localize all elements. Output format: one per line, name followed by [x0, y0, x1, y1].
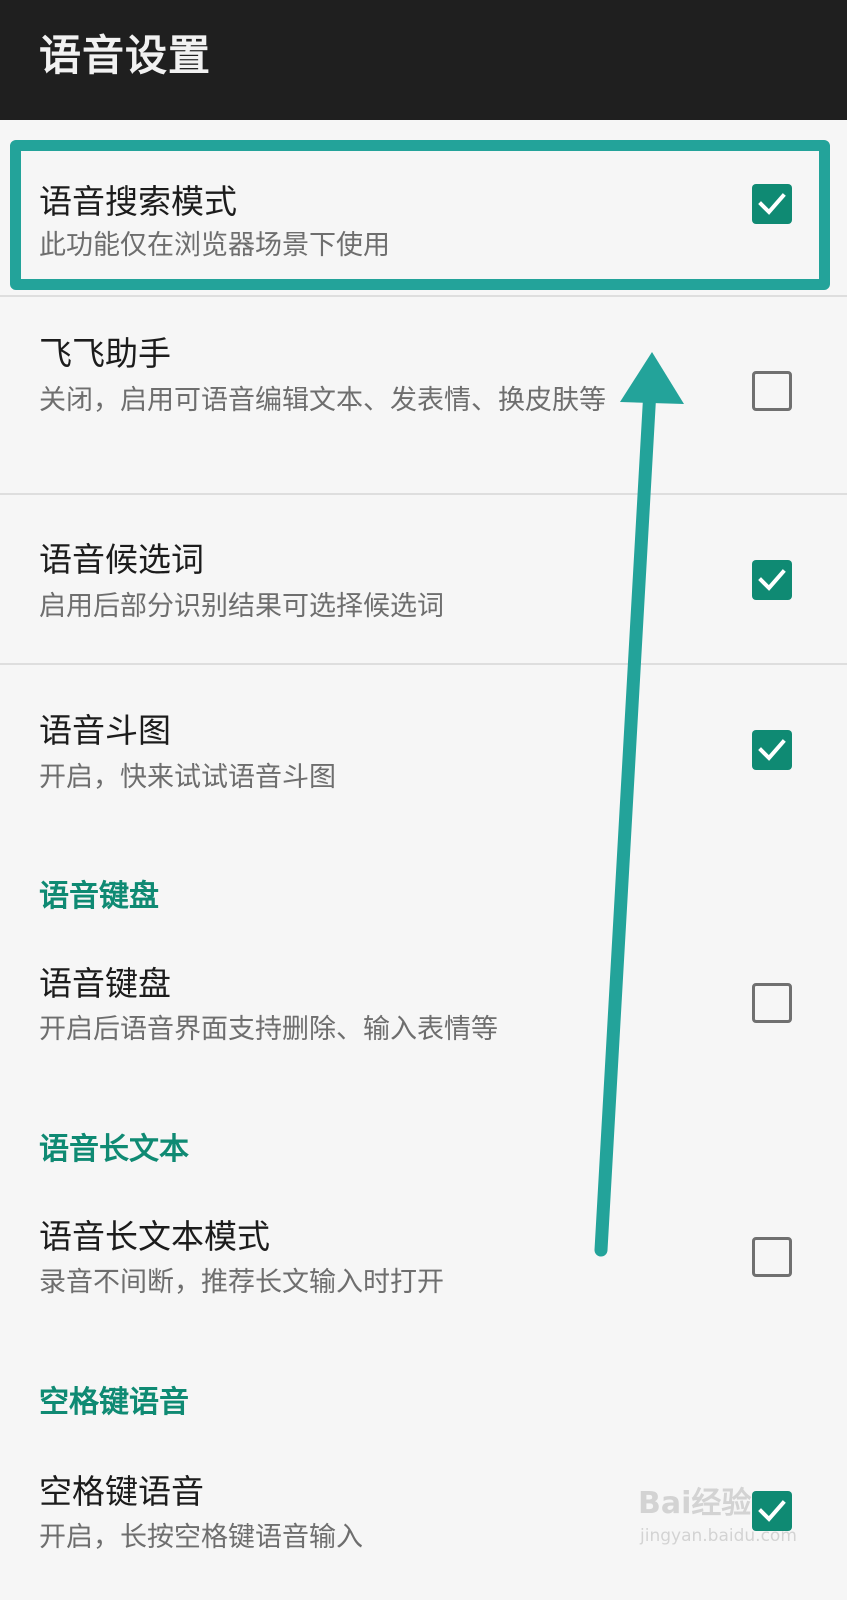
setting-subtitle: 开启，快来试试语音斗图 [39, 762, 336, 793]
setting-feifei-assistant[interactable]: 飞飞助手 关闭，启用可语音编辑文本、发表情、换皮肤等 [0, 297, 847, 493]
voice-meme-checkbox[interactable] [752, 730, 792, 770]
setting-subtitle: 关闭，启用可语音编辑文本、发表情、换皮肤等 [39, 385, 606, 416]
setting-voice-candidates[interactable]: 语音候选词 启用后部分识别结果可选择候选词 [0, 495, 847, 663]
check-icon [758, 739, 786, 761]
setting-title: 语音斗图 [39, 711, 171, 750]
annotation-highlight-box [10, 140, 830, 290]
setting-title: 空格键语音 [39, 1472, 204, 1511]
settings-screen: 语音设置 语音搜索模式 此功能仅在浏览器场景下使用 飞飞助手 关闭，启用可语音编… [0, 0, 847, 1600]
app-bar: 语音设置 [0, 0, 847, 120]
space-key-voice-checkbox[interactable] [752, 1491, 792, 1531]
check-icon [758, 1500, 786, 1522]
setting-title: 飞飞助手 [39, 334, 171, 373]
setting-subtitle: 开启，长按空格键语音输入 [39, 1522, 363, 1553]
feifei-assistant-checkbox[interactable] [752, 371, 792, 411]
setting-subtitle: 开启后语音界面支持删除、输入表情等 [39, 1014, 498, 1045]
setting-voice-keyboard[interactable]: 语音键盘 开启后语音界面支持删除、输入表情等 [0, 940, 847, 1090]
voice-keyboard-checkbox[interactable] [752, 983, 792, 1023]
check-icon [758, 569, 786, 591]
setting-voice-meme[interactable]: 语音斗图 开启，快来试试语音斗图 [0, 665, 847, 840]
setting-subtitle: 启用后部分识别结果可选择候选词 [39, 591, 444, 622]
section-header-voice-long-text: 语音长文本 [39, 1132, 189, 1167]
section-header-space-voice: 空格键语音 [39, 1385, 189, 1420]
setting-space-key-voice[interactable]: 空格键语音 开启，长按空格键语音输入 [0, 1450, 847, 1600]
voice-long-text-checkbox[interactable] [752, 1237, 792, 1277]
voice-candidates-checkbox[interactable] [752, 560, 792, 600]
section-header-voice-keyboard: 语音键盘 [39, 879, 159, 914]
setting-title: 语音键盘 [39, 964, 171, 1003]
page-title: 语音设置 [39, 31, 212, 80]
setting-title: 语音候选词 [39, 540, 204, 579]
setting-title: 语音长文本模式 [39, 1217, 270, 1256]
setting-voice-long-text-mode[interactable]: 语音长文本模式 录音不间断，推荐长文输入时打开 [0, 1195, 847, 1345]
setting-subtitle: 录音不间断，推荐长文输入时打开 [39, 1267, 444, 1298]
